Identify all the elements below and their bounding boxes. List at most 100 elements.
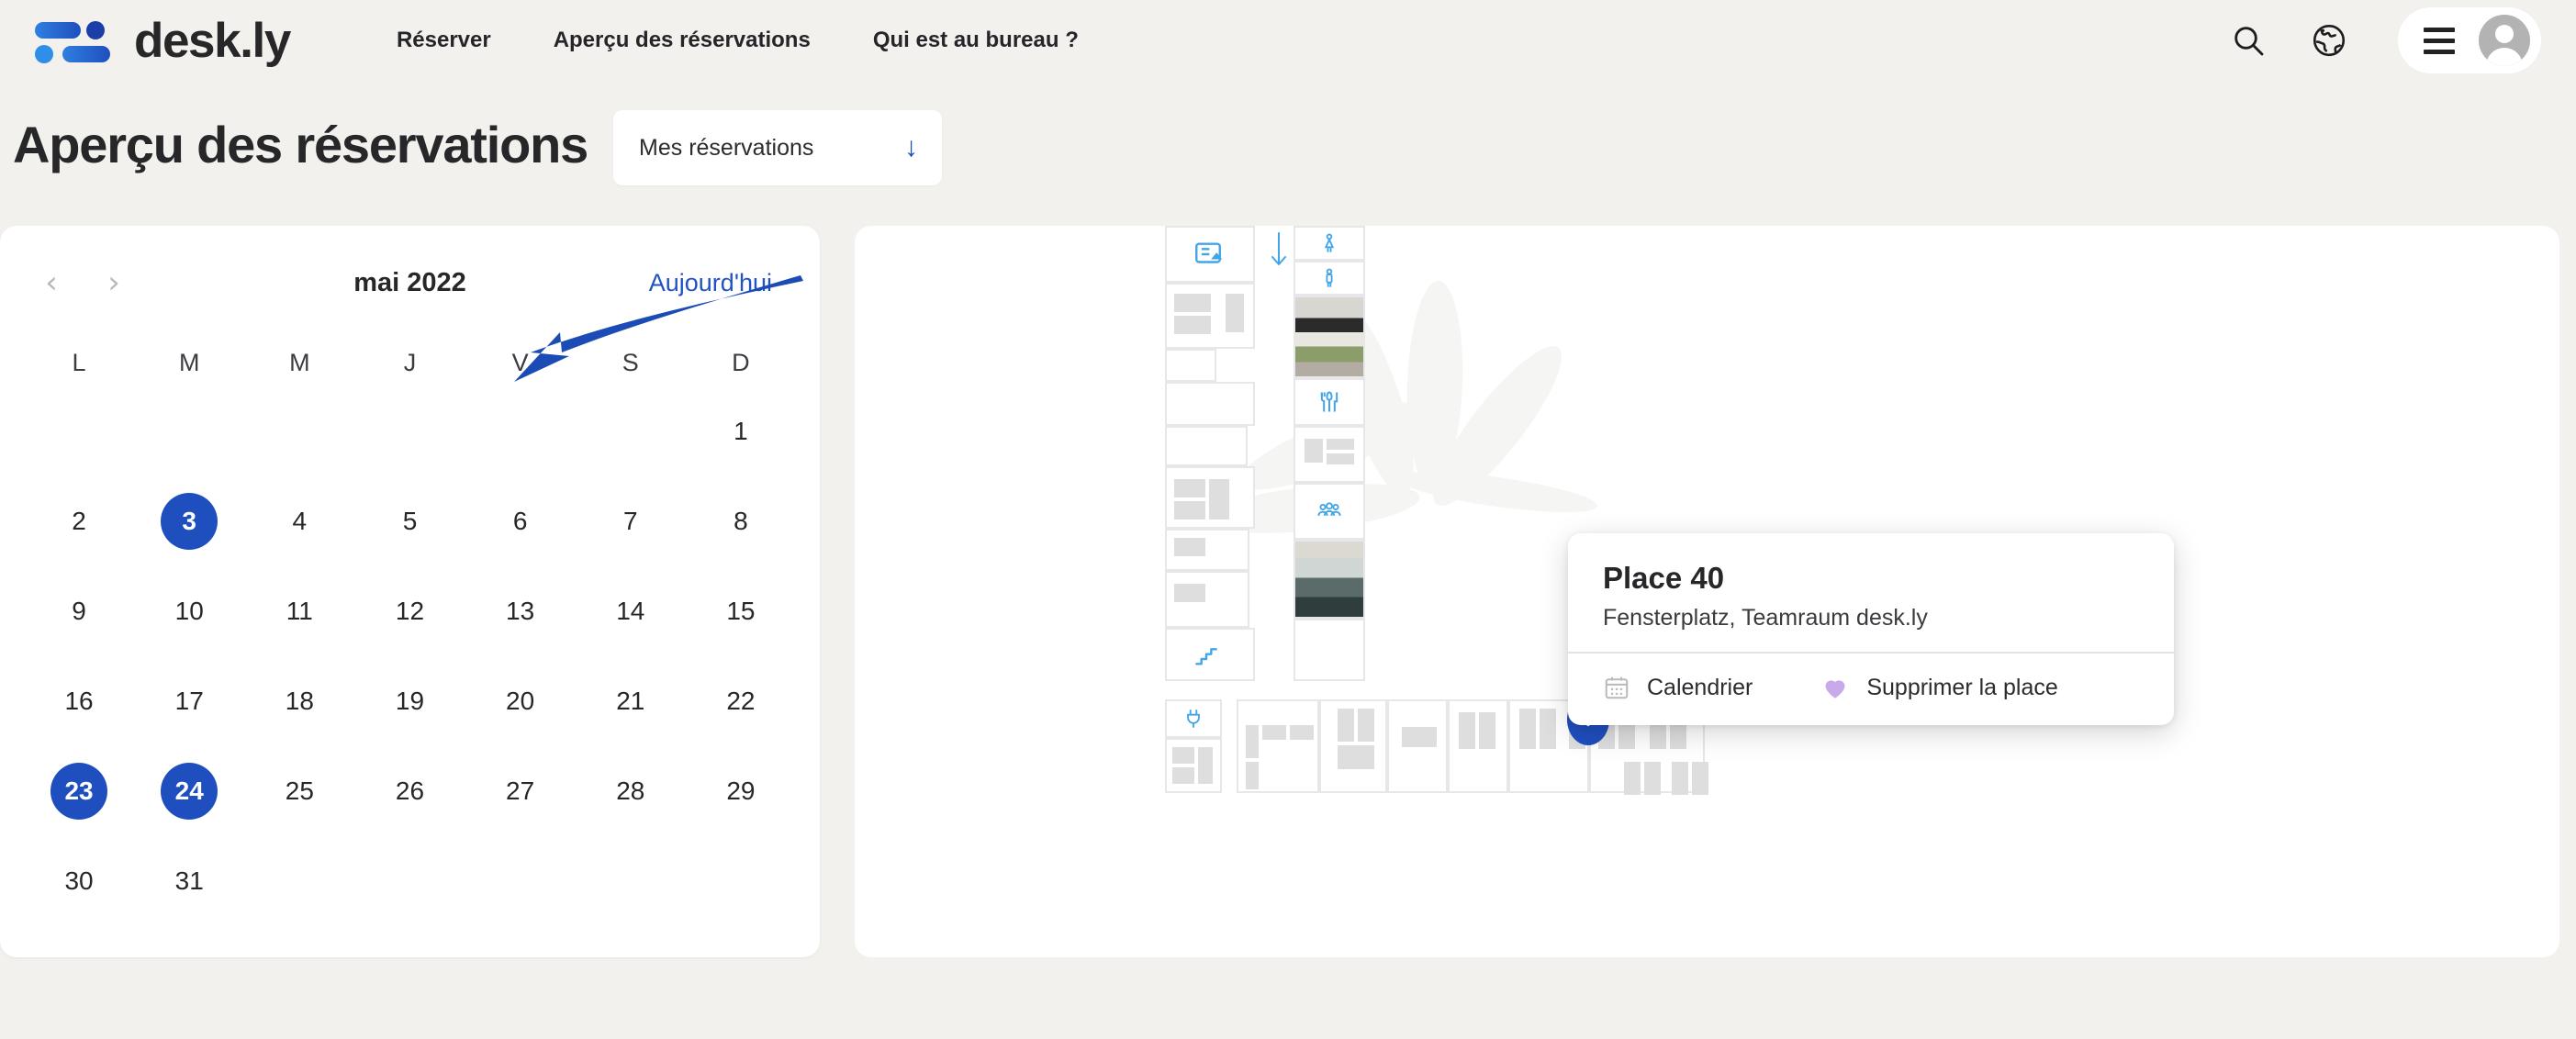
floorplan-room[interactable] <box>1165 349 1216 382</box>
desk-block[interactable] <box>1174 501 1205 520</box>
calendar-day[interactable]: 3 <box>134 476 244 566</box>
nav-apercu-reservations[interactable]: Aperçu des réservations <box>522 18 842 62</box>
calendar-day[interactable]: 22 <box>686 656 796 746</box>
people-group-icon <box>1317 502 1341 516</box>
calendar-day[interactable]: 13 <box>465 566 576 656</box>
calendar-day[interactable]: 16 <box>24 656 134 746</box>
calendar-day[interactable]: 15 <box>686 566 796 656</box>
user-avatar-icon[interactable] <box>2479 15 2530 66</box>
desk-block[interactable] <box>1174 316 1211 334</box>
calendar-day[interactable]: 21 <box>576 656 686 746</box>
calendar-day[interactable]: 27 <box>465 746 576 836</box>
calendar-day[interactable]: 5 <box>354 476 465 566</box>
desk-block[interactable] <box>1305 439 1323 463</box>
desk-block[interactable] <box>1672 762 1688 795</box>
desk-block[interactable] <box>1327 439 1354 450</box>
globe-icon[interactable] <box>2301 12 2358 69</box>
calendrier-action[interactable]: Calendrier <box>1603 674 1753 701</box>
calendar-day-number: 1 <box>734 417 748 445</box>
desk-block[interactable] <box>1644 762 1661 795</box>
heart-icon <box>1825 680 1845 698</box>
calendar-day[interactable]: 19 <box>354 656 465 746</box>
seat-detail-popup: Place 40 Fensterplatz, Teamraum desk.ly … <box>1568 533 2174 725</box>
floorplan-room[interactable] <box>1165 382 1255 426</box>
desk-block[interactable] <box>1290 725 1314 740</box>
today-link[interactable]: Aujourd'hui <box>649 269 772 297</box>
calendar-day[interactable]: 1 <box>686 386 796 476</box>
calendar-day[interactable]: 30 <box>24 836 134 926</box>
desk-block[interactable] <box>1479 712 1495 749</box>
floorplan-room[interactable] <box>1448 699 1508 793</box>
calendar-day[interactable]: 2 <box>24 476 134 566</box>
desk-block[interactable] <box>1540 709 1556 749</box>
desk-block[interactable] <box>1246 725 1259 758</box>
room-photo-thumbnail[interactable] <box>1294 540 1365 619</box>
calendar-day-empty <box>134 386 244 476</box>
room-photo-thumbnail[interactable] <box>1294 296 1365 378</box>
nav-qui-est-au-bureau[interactable]: Qui est au bureau ? <box>842 18 1110 62</box>
desk-block[interactable] <box>1172 747 1194 764</box>
calendar-day[interactable]: 23 <box>24 746 134 836</box>
calendar-day[interactable]: 10 <box>134 566 244 656</box>
calendar-day-number: 8 <box>734 507 748 535</box>
desk-block[interactable] <box>1459 712 1475 749</box>
page-title: Aperçu des réservations <box>13 116 588 174</box>
desk-block[interactable] <box>1174 538 1205 556</box>
calendar-day-empty <box>465 386 576 476</box>
desk-block[interactable] <box>1209 479 1229 520</box>
calendar-day-number: 4 <box>292 507 308 535</box>
power-plug-icon <box>1187 709 1200 728</box>
arrow-down-icon: ↓ <box>904 132 919 162</box>
desk-block[interactable] <box>1358 709 1374 742</box>
supprimer-la-place-action[interactable]: Supprimer la place <box>1820 674 2058 701</box>
hamburger-menu-icon[interactable] <box>2424 27 2455 54</box>
desk-block[interactable] <box>1692 762 1708 795</box>
calendar-day[interactable]: 6 <box>465 476 576 566</box>
user-menu-pill[interactable] <box>2398 7 2541 73</box>
chevron-right-icon[interactable]: › <box>94 263 134 303</box>
calendar-day[interactable]: 7 <box>576 476 686 566</box>
desk-block[interactable] <box>1327 453 1354 464</box>
calendar-day[interactable]: 14 <box>576 566 686 656</box>
desk-block[interactable] <box>1198 747 1213 784</box>
chevron-left-icon[interactable]: ‹ <box>31 263 72 303</box>
calendar-day-number: 3 <box>161 493 218 550</box>
calendar-day-number: 29 <box>726 776 756 805</box>
reservations-filter-select[interactable]: Mes réservations ↓ <box>613 110 943 185</box>
floorplan-room[interactable] <box>1294 619 1365 681</box>
desk-block[interactable] <box>1172 767 1194 784</box>
calendar-day[interactable]: 4 <box>244 476 354 566</box>
desk-block[interactable] <box>1262 725 1286 740</box>
calendar-day[interactable]: 18 <box>244 656 354 746</box>
desk-block[interactable] <box>1174 479 1205 497</box>
desk-block[interactable] <box>1174 294 1211 312</box>
desk-block[interactable] <box>1246 762 1259 789</box>
weekday-header: J <box>403 349 417 376</box>
desk-block[interactable] <box>1519 709 1536 749</box>
floorplan-room[interactable] <box>1165 426 1248 466</box>
search-icon[interactable] <box>2220 12 2277 69</box>
calendar-day[interactable]: 9 <box>24 566 134 656</box>
calendar-day[interactable]: 20 <box>465 656 576 746</box>
desk-block[interactable] <box>1624 762 1641 795</box>
desk-block[interactable] <box>1402 727 1437 747</box>
brand-logo[interactable]: desk.ly <box>31 15 291 66</box>
calendar-day[interactable]: 12 <box>354 566 465 656</box>
desk-block[interactable] <box>1338 745 1374 769</box>
calendar-day-number: 12 <box>395 597 425 625</box>
calendar-day[interactable]: 17 <box>134 656 244 746</box>
calendar-day-empty <box>576 386 686 476</box>
floorplan-room[interactable] <box>1165 738 1222 793</box>
calendar-day[interactable]: 24 <box>134 746 244 836</box>
calendar-day[interactable]: 8 <box>686 476 796 566</box>
desk-block[interactable] <box>1174 584 1205 602</box>
calendar-day[interactable]: 26 <box>354 746 465 836</box>
desk-block[interactable] <box>1338 709 1354 742</box>
calendar-day[interactable]: 31 <box>134 836 244 926</box>
calendar-day[interactable]: 11 <box>244 566 354 656</box>
desk-block[interactable] <box>1226 294 1244 332</box>
calendar-day[interactable]: 29 <box>686 746 796 836</box>
nav-reserver[interactable]: Réserver <box>365 18 522 62</box>
calendar-day[interactable]: 25 <box>244 746 354 836</box>
calendar-day[interactable]: 28 <box>576 746 686 836</box>
